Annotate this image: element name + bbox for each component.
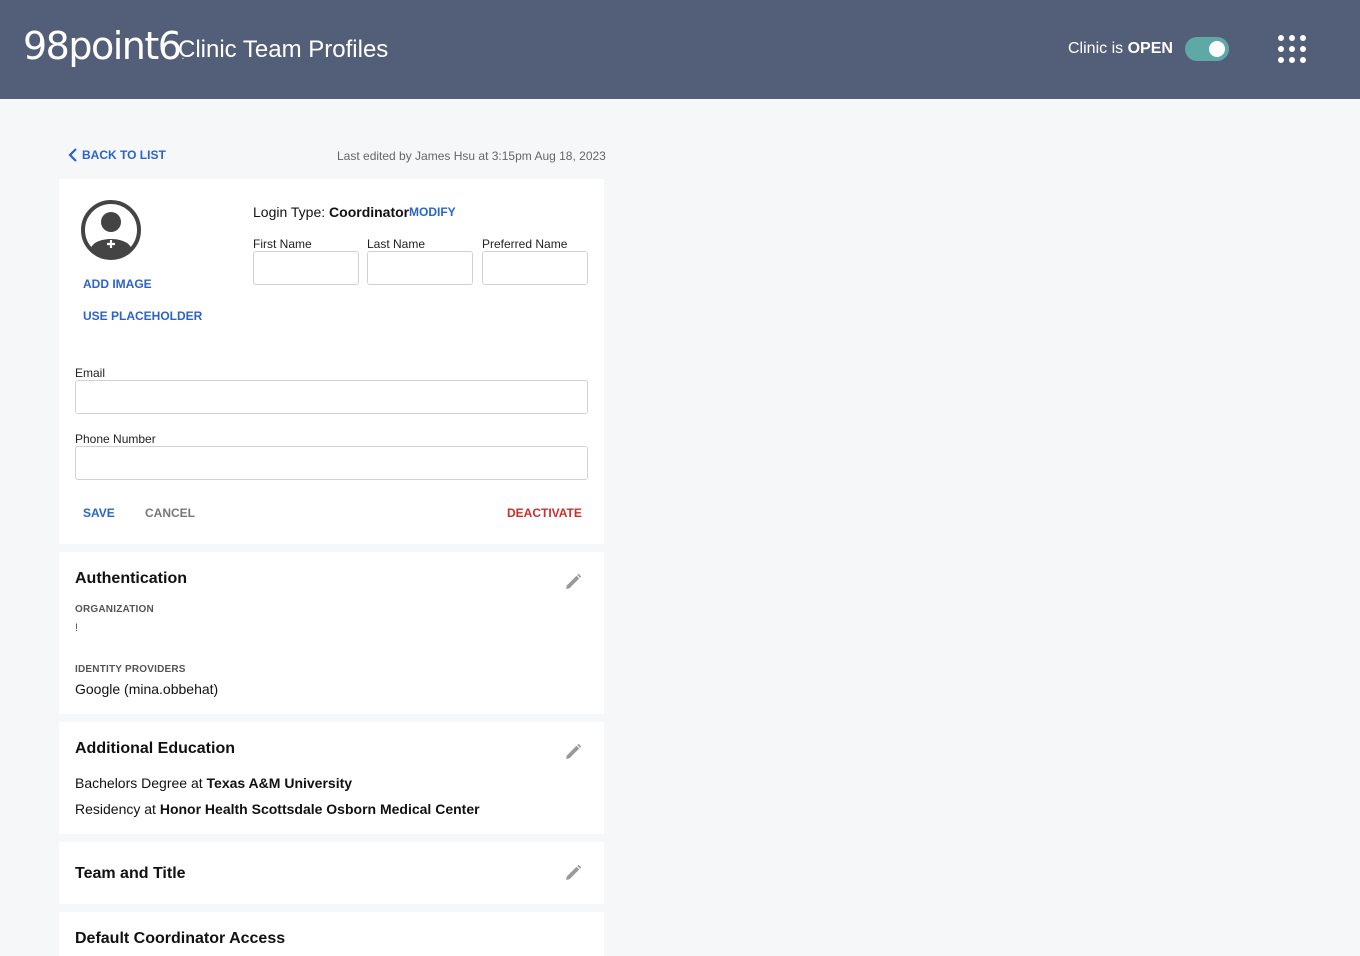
default-coordinator-access-card: Default Coordinator Access [59, 912, 604, 956]
identity-providers-label: IDENTITY PROVIDERS [75, 664, 186, 675]
logo: 98point6. [23, 24, 184, 68]
default-coordinator-access-title: Default Coordinator Access [75, 930, 286, 947]
login-type-label: Login Type: [253, 204, 326, 220]
education-item-prefix: Residency at [75, 801, 156, 817]
login-type: Login Type: Coordinator [253, 204, 409, 220]
email-label: Email [75, 366, 106, 380]
back-to-list-label: BACK TO LIST [82, 148, 166, 162]
last-edited-text: Last edited by James Hsu at 3:15pm Aug 1… [337, 149, 606, 163]
logo-text: 98point6 [23, 24, 182, 68]
toggle-knob [1209, 41, 1225, 57]
clinic-open-toggle[interactable] [1185, 37, 1229, 61]
preferred-name-input[interactable] [482, 251, 588, 285]
team-and-title-title: Team and Title [75, 865, 186, 882]
profile-card: ADD IMAGE USE PLACEHOLDER Login Type: Co… [59, 179, 604, 544]
first-name-input[interactable] [253, 251, 359, 285]
organization-label: ORGANIZATION [75, 604, 154, 615]
identity-provider-value: Google (mina.obbehat) [75, 681, 219, 697]
app-title: Clinic Team Profiles [178, 36, 389, 63]
save-button[interactable]: SAVE [83, 506, 115, 520]
authentication-title: Authentication [75, 570, 187, 587]
clinic-status: Clinic is OPEN [1068, 40, 1173, 58]
modify-login-type-button[interactable]: MODIFY [409, 205, 456, 219]
additional-education-title: Additional Education [75, 740, 235, 757]
email-input[interactable] [75, 380, 588, 414]
login-type-value: Coordinator [329, 204, 410, 220]
top-bar: 98point6. Clinic Team Profiles Clinic is… [0, 0, 1360, 99]
organization-value: ! [75, 622, 79, 634]
authentication-card: Authentication ORGANIZATION ! IDENTITY P… [59, 552, 604, 714]
add-image-button[interactable]: ADD IMAGE [83, 277, 152, 291]
education-item-institution: Honor Health Scottsdale Osborn Medical C… [159, 801, 480, 817]
clinic-status-prefix: Clinic is [1068, 40, 1124, 57]
additional-education-card: Additional Education Bachelors Degree at… [59, 722, 604, 834]
last-name-input[interactable] [367, 251, 473, 285]
use-placeholder-button[interactable]: USE PLACEHOLDER [83, 309, 202, 323]
chevron-left-icon [68, 148, 77, 162]
back-to-list-link[interactable]: BACK TO LIST [68, 148, 166, 162]
phone-number-input[interactable] [75, 446, 588, 480]
team-and-title-card: Team and Title [59, 842, 604, 904]
clinic-status-value: OPEN [1127, 40, 1173, 57]
deactivate-button[interactable]: DEACTIVATE [507, 506, 582, 520]
education-item-institution: Texas A&M University [206, 775, 353, 791]
phone-number-label: Phone Number [75, 432, 156, 446]
education-item: Residency at Honor Health Scottsdale Osb… [75, 801, 480, 817]
first-name-label: First Name [253, 237, 312, 251]
preferred-name-label: Preferred Name [482, 237, 568, 251]
last-name-label: Last Name [367, 237, 426, 251]
cancel-button[interactable]: CANCEL [145, 506, 195, 520]
user-avatar-placeholder-icon [81, 200, 141, 260]
education-item: Bachelors Degree at Texas A&M University [75, 775, 352, 791]
education-item-prefix: Bachelors Degree at [75, 775, 203, 791]
apps-grid-icon[interactable] [1278, 35, 1306, 63]
edit-pencil-icon[interactable] [563, 742, 583, 762]
edit-pencil-icon[interactable] [563, 863, 583, 883]
edit-pencil-icon[interactable] [563, 572, 583, 592]
